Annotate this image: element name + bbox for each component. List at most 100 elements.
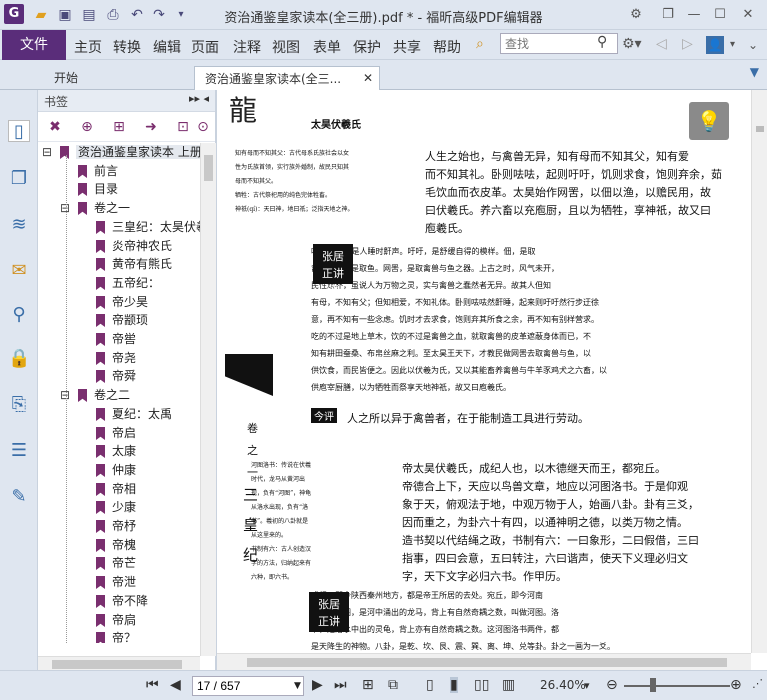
document-vertical-scrollbar[interactable] [751,90,767,653]
close-icon[interactable]: ✕ [738,5,758,25]
add-bookmark-icon[interactable]: ⊕ [78,117,96,137]
find-folder-icon[interactable]: ⌕ [476,36,484,52]
attachments-icon[interactable]: ⚲ [8,304,30,326]
menu-home[interactable]: 主页 [74,37,102,57]
bookmark-item[interactable]: 帝颛顼 [96,311,148,329]
tab-list-icon[interactable]: ▼ [750,65,759,79]
continuous-page-icon[interactable]: ▮ [450,677,458,693]
layers-icon[interactable]: ≋ [8,214,30,236]
menu-page[interactable]: 页面 [191,37,219,57]
zoom-in-icon[interactable]: ⊕ [730,677,742,693]
page-number-input[interactable] [192,676,304,696]
expand-all-icon[interactable]: ⊙ [194,117,212,137]
lightbulb-tip-icon[interactable]: 💡 [689,102,729,140]
menu-edit[interactable]: 编辑 [153,37,181,57]
bookmark-icon [96,296,105,309]
tab-document[interactable]: 资治通鉴皇家读本(全三... ✕ [194,66,380,90]
content-icon[interactable]: ☰ [8,440,30,462]
settings-gear-icon[interactable]: ⚙ [626,5,646,25]
document-hscroll-thumb[interactable] [247,658,727,667]
document-horizontal-scrollbar[interactable] [217,653,751,670]
bookmark-item[interactable]: 帝尧 [96,349,136,367]
file-menu-button[interactable]: 文件 [2,30,66,60]
destinations-icon[interactable]: ✎ [8,486,30,508]
bookmarks-scroll-thumb[interactable] [204,155,213,181]
bookmark-item[interactable]: 太康 [96,442,136,460]
menu-form[interactable]: 表单 [313,37,341,57]
zoom-out-icon[interactable]: ⊖ [606,677,618,693]
menu-protect[interactable]: 保护 [353,37,381,57]
bookmark-item[interactable]: 仲康 [96,461,136,479]
menu-comment[interactable]: 注释 [233,37,261,57]
minimize-icon[interactable]: — [684,5,704,25]
new-from-structure-icon[interactable]: ⊡ [174,117,192,137]
tab-close-icon[interactable]: ✕ [363,71,373,85]
bookmark-item[interactable]: 帝启 [96,424,136,442]
bookmark-item[interactable]: 帝扃 [96,611,136,629]
bookmark-item[interactable]: 帝芒 [96,554,136,572]
ribbon-collapse-icon[interactable]: ⌄ [748,38,758,52]
comments-icon[interactable]: ✉ [8,260,30,282]
panel-expand-icon[interactable]: ▸▸ ◂ [189,92,209,105]
pages-icon[interactable]: ❐ [8,168,30,190]
page-thumbnail-icon[interactable]: ▯ [8,120,30,142]
bookmark-item[interactable]: 帝舜 [96,367,136,385]
options-gear-icon[interactable]: ⚙▾ [622,36,642,52]
delete-bookmark-icon[interactable]: ✖ [46,117,64,137]
bookmark-item[interactable]: 帝不降 [96,592,148,610]
page-dropdown-icon[interactable]: ▼ [294,681,301,691]
menu-convert[interactable]: 转换 [113,37,141,57]
bookmark-item[interactable]: 帝少昊 [96,293,148,311]
rotate-icon[interactable]: ⧉ [388,677,398,693]
single-page-icon[interactable]: ▯ [426,677,434,693]
prev-page-icon[interactable]: ◀ [170,677,181,693]
zoom-slider-track[interactable] [624,685,730,687]
bookmark-item[interactable]: 帝？ [96,629,136,643]
bookmark-item[interactable]: 夏纪：太禹 [96,405,172,423]
bookmark-item[interactable]: 帝槐 [96,536,136,554]
bookmark-root[interactable]: 资治通鉴皇家读本 上册 [60,143,200,161]
bookmark-item[interactable]: 目录 [78,180,118,198]
user-dropdown-icon[interactable]: ▾ [730,39,735,50]
continuous-facing-icon[interactable]: ▥ [502,677,515,693]
signature-icon[interactable]: ⎘ [8,394,30,416]
bookmark-item[interactable]: 卷之二 [78,386,130,404]
tree-collapse-toggle[interactable]: ⊟ [42,143,52,161]
promote-bookmark-icon[interactable]: ➜ [142,117,160,137]
bookmark-item[interactable]: 炎帝神农氏 [96,237,172,255]
bookmarks-vertical-scrollbar[interactable] [200,143,216,656]
search-icon[interactable]: ⚲ [597,34,607,50]
security-lock-icon[interactable]: 🔒 [8,348,30,370]
bookmark-item[interactable]: 帝泄 [96,573,136,591]
document-view[interactable]: 龍 太昊伏羲氏 知有母而不知其父：古代母系氏族社会以女 性为氏族首领，实行族外婚制… [216,90,767,670]
menu-help[interactable]: 帮助 [433,37,461,57]
bookmark-item[interactable]: 帝杼 [96,517,136,535]
first-page-icon[interactable]: ⏮ [146,677,159,693]
menu-view[interactable]: 视图 [272,37,300,57]
fit-page-icon[interactable]: ⊞ [362,677,374,693]
bookmark-item[interactable]: 黄帝有熊氏 [96,255,172,273]
next-arrow-icon[interactable]: ▷ [682,36,693,52]
add-child-bookmark-icon[interactable]: ⊞ [110,117,128,137]
menu-share[interactable]: 共享 [393,37,421,57]
bookmark-item[interactable]: 帝喾 [96,330,136,348]
bookmark-item[interactable]: 少康 [96,498,136,516]
next-page-icon[interactable]: ▶ [312,677,323,693]
tab-start[interactable]: 开始 [44,66,194,90]
prev-arrow-icon[interactable]: ◁ [656,36,667,52]
bookmark-item[interactable]: 前言 [78,162,118,180]
zoom-dropdown-icon[interactable]: ▾ [584,679,590,692]
document-scroll-thumb[interactable] [756,126,764,132]
maximize-icon[interactable]: ☐ [710,5,730,25]
user-icon[interactable]: 👤 [706,36,724,54]
bookmark-item[interactable]: 五帝纪： [96,274,160,292]
zoom-slider-handle[interactable] [650,678,656,692]
restore-icon[interactable]: ❐ [658,5,678,25]
last-page-icon[interactable]: ⏭ [334,677,347,693]
bookmark-item[interactable]: 卷之一 [78,199,130,217]
bookmarks-hscroll-thumb[interactable] [52,660,182,669]
bookmark-item[interactable]: 帝相 [96,480,136,498]
bookmark-item[interactable]: 三皇纪：太昊伏羲 [96,218,200,236]
facing-page-icon[interactable]: ▯▯ [474,677,489,693]
zoom-level: 26.40% [540,678,586,692]
